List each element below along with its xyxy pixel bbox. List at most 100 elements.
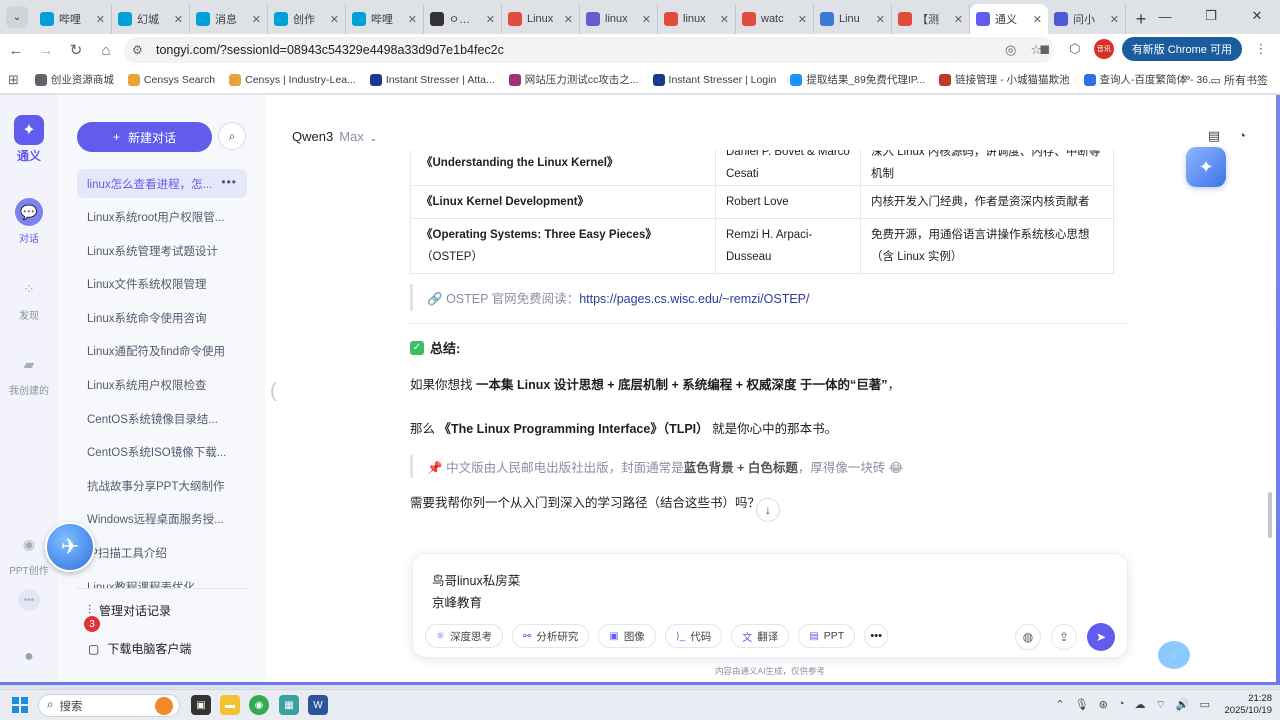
chip-atom[interactable]: ⚛ 深度思考 <box>425 624 503 648</box>
microphone-icon[interactable]: 🎙 <box>1075 698 1089 712</box>
close-tab-icon[interactable]: ✕ <box>1110 13 1119 26</box>
close-tab-icon[interactable]: ✕ <box>486 13 495 26</box>
conversation-item[interactable]: Linux系统用户权限检查 <box>77 371 247 400</box>
word-icon[interactable]: W <box>308 695 328 715</box>
conversation-item[interactable]: IP扫描工具介绍 <box>77 539 247 568</box>
battery-icon[interactable]: ▭ <box>1200 698 1210 712</box>
apps-grid-icon[interactable]: ⊞ <box>8 72 19 88</box>
conversation-item[interactable]: Linux系统root用户权限管... <box>77 203 247 232</box>
sidebar-collapse-handle[interactable]: ( <box>270 380 277 403</box>
chat-scrollbar[interactable] <box>1268 157 1272 637</box>
browser-tab[interactable]: 消息 ✕ <box>190 4 268 34</box>
tray-overflow-icon[interactable]: ⌃ <box>1055 698 1064 712</box>
conversation-item[interactable]: linux怎么查看进程，怎... ••• <box>77 169 247 198</box>
cloud-icon[interactable]: ☁ <box>1135 698 1146 712</box>
windows-start-icon[interactable] <box>12 697 28 713</box>
chip-research[interactable]: ⚯ 分析研究 <box>511 624 590 648</box>
more-tools-icon[interactable]: ••• <box>864 624 889 648</box>
conversation-item[interactable]: Linux文件系统权限管理 <box>77 270 247 299</box>
clock[interactable]: 21:28 2025/10/19 <box>1224 693 1272 717</box>
conversation-item[interactable]: 抗战故事分享PPT大纲制作 <box>77 471 247 500</box>
download-client-link[interactable]: ▢ 下载电脑客户端 <box>88 640 191 657</box>
bookmark-item[interactable]: Censys | Industry-Lea... <box>229 73 356 86</box>
manage-conversations-link[interactable]: ⫶ 管理对话记录 <box>88 602 171 619</box>
bookmark-item[interactable]: Instant Stresser | Login <box>652 73 776 86</box>
browser-tab[interactable]: 哔哩 ✕ <box>34 4 112 34</box>
assistant-bird-icon[interactable]: ✈ <box>45 522 95 572</box>
close-tab-icon[interactable]: ✕ <box>96 13 105 26</box>
close-tab-icon[interactable]: ✕ <box>720 13 729 26</box>
rail-item-folder[interactable]: ▰ 我创建的 <box>0 350 58 398</box>
minimize-icon[interactable]: — <box>1142 0 1188 32</box>
close-tab-icon[interactable]: ✕ <box>252 13 261 26</box>
task-view-icon[interactable]: ▣ <box>191 695 211 715</box>
reload-icon[interactable]: ↻ <box>62 36 90 64</box>
address-bar[interactable]: ⚙ tongyi.com/?sessionId=08943c54329e4498… <box>124 37 1054 63</box>
browser-tab[interactable]: linux ✕ <box>658 4 736 34</box>
all-bookmarks-button[interactable]: ▭ 所有书签 <box>1211 72 1268 88</box>
extension-icon[interactable]: ◼ <box>1034 38 1056 60</box>
file-explorer-icon[interactable]: ▬ <box>220 695 240 715</box>
conversation-item[interactable]: CentOS系统镜像目录结... <box>77 404 247 433</box>
assistant-float-badge[interactable]: ◌ <box>1158 641 1190 669</box>
eye-off-icon[interactable]: ◎ <box>1005 42 1016 58</box>
conversation-item[interactable]: Linux系统命令使用咨询 <box>77 303 247 332</box>
profile-avatar[interactable]: 音讯 <box>1093 39 1114 59</box>
wifi-icon[interactable]: ⌔ <box>1156 698 1166 712</box>
conversation-item[interactable]: Linux教程课程表优化... <box>77 572 247 589</box>
model-selector[interactable]: Qwen3 Max ⌄ <box>292 129 377 144</box>
close-tab-icon[interactable]: ✕ <box>954 13 963 26</box>
chip-code[interactable]: ⟩_ 代码 <box>664 624 723 648</box>
tab-search-button[interactable]: ⌄ <box>6 6 28 28</box>
conversation-item[interactable]: Linux系统管理考试题设计 <box>77 236 247 265</box>
home-icon[interactable]: ⌂ <box>92 36 120 64</box>
chip-image[interactable]: ▣ 图像 <box>598 624 656 648</box>
scroll-to-bottom-button[interactable]: ↓ <box>756 498 780 522</box>
close-tab-icon[interactable]: ✕ <box>174 13 183 26</box>
input-text[interactable]: 鸟哥linux私房菜 京峰教育 <box>432 570 520 614</box>
browser-tab[interactable]: ㅇ… ✕ <box>424 4 502 34</box>
chip-translate[interactable]: 文翻译 <box>731 624 790 648</box>
tongyi-floating-icon[interactable]: ✦ <box>1186 147 1226 187</box>
browser-tab[interactable]: 幻城 ✕ <box>112 4 190 34</box>
restore-icon[interactable]: ❐ <box>1188 0 1234 32</box>
browser-tab[interactable]: linux ✕ <box>580 4 658 34</box>
browser-tab[interactable]: Linux ✕ <box>502 4 580 34</box>
chip-ppt[interactable]: ▤ PPT <box>798 624 856 648</box>
network-icon[interactable]: ⊛ <box>1099 698 1108 712</box>
close-tab-icon[interactable]: ✕ <box>798 13 807 26</box>
history-icon[interactable]: ◔ <box>1238 128 1246 144</box>
conversation-item[interactable]: CentOS系统ISO镜像下载... <box>77 438 247 467</box>
bookmark-item[interactable]: 创业资源商城 <box>34 72 114 87</box>
close-tab-icon[interactable]: ✕ <box>642 13 651 26</box>
bookmark-item[interactable]: 提取结果_89免费代理IP... <box>790 72 925 87</box>
tongyi-logo-icon[interactable]: ✦ <box>14 115 44 145</box>
ostep-link[interactable]: https://pages.cs.wisc.edu/~remzi/OSTEP/ <box>579 292 809 306</box>
send-button[interactable]: ➤ <box>1087 623 1115 651</box>
app-icon[interactable]: ▦ <box>279 695 299 715</box>
bookmark-item[interactable]: Censys Search <box>127 73 215 86</box>
chrome-update-button[interactable]: 有新版 Chrome 可用 <box>1121 37 1242 61</box>
browser-tab[interactable]: Linu ✕ <box>814 4 892 34</box>
menu-kebab-icon[interactable]: ⋮ <box>1250 38 1272 60</box>
browser-tab[interactable]: watc ✕ <box>736 4 814 34</box>
conversation-item[interactable]: Linux通配符及find命令使用 <box>77 337 247 366</box>
browser-tab[interactable]: 创作 ✕ <box>268 4 346 34</box>
close-window-icon[interactable]: ✕ <box>1234 0 1280 32</box>
tray-app-icon[interactable]: ◔ <box>1118 698 1125 712</box>
conversation-item[interactable]: Windows远程桌面服务授... <box>77 505 247 534</box>
close-tab-icon[interactable]: ✕ <box>564 13 573 26</box>
new-chat-button[interactable]: + 新建对话 <box>77 122 212 152</box>
back-icon[interactable]: ← <box>2 36 30 64</box>
chat-input[interactable]: 鸟哥linux私房菜 京峰教育 ⚛ 深度思考 ⚯ 分析研究 ▣ 图像 ⟩_ 代码 文翻译 ▤ PPT… <box>412 553 1128 658</box>
puzzle-icon[interactable]: ⬡ <box>1064 38 1086 60</box>
user-avatar[interactable]: ● <box>0 643 58 675</box>
site-info-icon[interactable]: ⚙ <box>132 43 150 57</box>
close-tab-icon[interactable]: ✕ <box>330 13 339 26</box>
rail-item-chat[interactable]: 💬 对话 <box>0 198 58 245</box>
taskbar-search[interactable]: ⌕ 搜索 <box>38 694 180 717</box>
rail-more-button[interactable]: ••• <box>0 589 58 615</box>
browser-tab[interactable]: 哔哩 ✕ <box>346 4 424 34</box>
web-search-globe-icon[interactable]: ◍ <box>1015 624 1041 650</box>
more-options-icon[interactable]: ••• <box>221 175 237 189</box>
